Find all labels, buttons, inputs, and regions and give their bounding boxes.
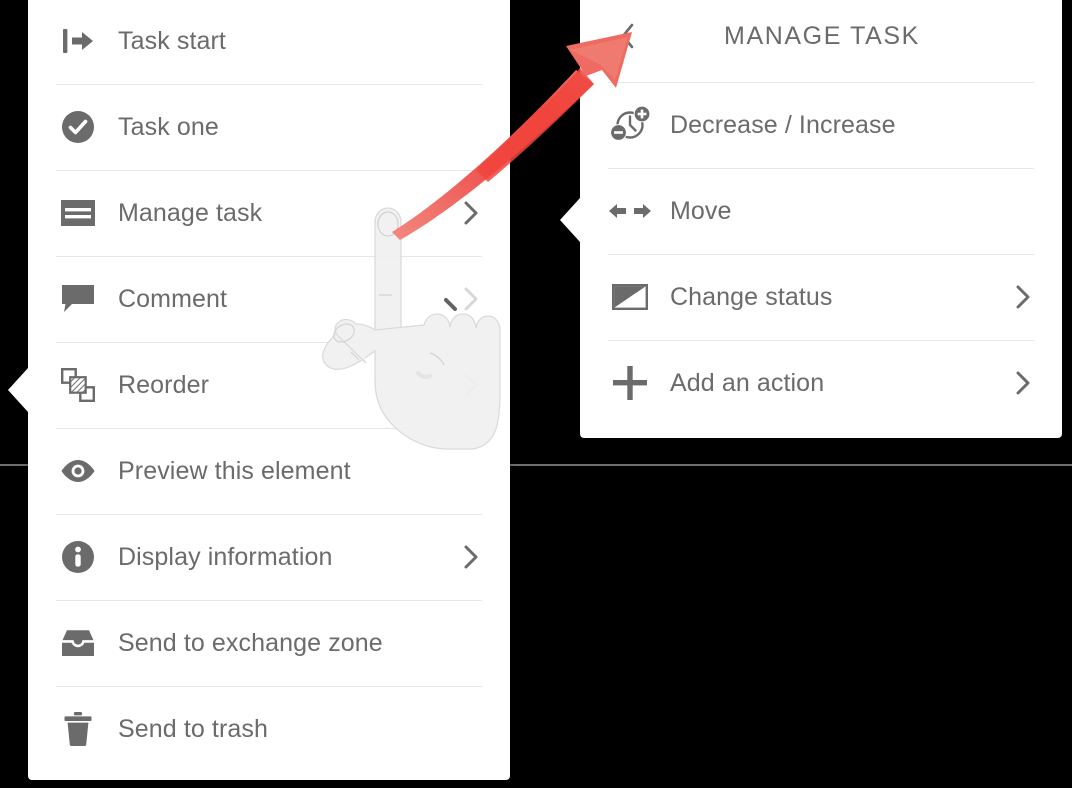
clock-minus-plus-icon	[608, 103, 652, 147]
menu-item-label: Send to trash	[118, 714, 269, 743]
chevron-left-icon[interactable]	[608, 16, 648, 56]
menu-item-label: Task start	[118, 26, 226, 55]
chevron-right-icon[interactable]	[458, 200, 484, 226]
submenu-item-add-an-action[interactable]: Add an action	[580, 340, 1062, 426]
menu-item-task-one[interactable]: Task one	[28, 84, 510, 170]
submenu-item-label: Add an action	[670, 368, 825, 397]
chevron-right-icon[interactable]	[458, 544, 484, 570]
menu-item-label: Task one	[118, 112, 219, 141]
menu-item-label: Manage task	[118, 198, 263, 227]
check-circle-icon	[56, 105, 100, 149]
info-icon	[56, 535, 100, 579]
menu-item-preview-this-element[interactable]: Preview this element	[28, 428, 510, 514]
right-panel-pointer-notch	[560, 198, 580, 242]
chevron-right-icon[interactable]	[1010, 284, 1036, 310]
page-title: MANAGE TASK	[724, 21, 920, 50]
menu-item-label: Send to exchange zone	[118, 628, 383, 657]
menu-item-display-information[interactable]: Display information	[28, 514, 510, 600]
menu-item-manage-task[interactable]: Manage task	[28, 170, 510, 256]
menu-item-label: Reorder	[118, 370, 210, 399]
inbox-icon	[56, 621, 100, 665]
menu-item-label: Display information	[118, 542, 333, 571]
menu-item-task-start[interactable]: Task start	[28, 0, 510, 84]
menu-item-reorder[interactable]: Reorder	[28, 342, 510, 428]
menu-item-send-to-exchange-zone[interactable]: Send to exchange zone	[28, 600, 510, 686]
move-arrows-icon	[608, 189, 652, 233]
manage-task-submenu-panel: MANAGE TASK Decrease / Increase Move Cha…	[580, 0, 1062, 438]
status-flag-icon	[608, 275, 652, 319]
submenu-item-move[interactable]: Move	[580, 168, 1062, 254]
comment-icon	[56, 277, 100, 321]
screen: Task start Task one Manage task Comment …	[0, 0, 1072, 788]
submenu-item-decrease-increase[interactable]: Decrease / Increase	[580, 82, 1062, 168]
chevron-right-icon[interactable]	[1010, 370, 1036, 396]
submenu-item-label: Change status	[670, 282, 833, 311]
menu-item-label: Preview this element	[118, 456, 351, 485]
submenu-list: Decrease / Increase Move Change status A…	[580, 82, 1062, 426]
task-start-icon	[56, 19, 100, 63]
eye-icon	[56, 449, 100, 493]
plus-icon	[608, 361, 652, 405]
submenu-header: MANAGE TASK	[580, 0, 1062, 82]
menu-item-comment[interactable]: Comment	[28, 256, 510, 342]
chevron-right-icon[interactable]	[458, 372, 484, 398]
manage-task-icon	[56, 191, 100, 235]
context-menu-list: Task start Task one Manage task Comment …	[28, 0, 510, 772]
reorder-icon	[56, 363, 100, 407]
menu-item-label: Comment	[118, 284, 228, 313]
left-panel-pointer-notch	[8, 368, 28, 412]
context-menu-panel: Task start Task one Manage task Comment …	[28, 0, 510, 780]
chevron-right-icon[interactable]	[458, 286, 484, 312]
submenu-item-label: Decrease / Increase	[670, 110, 896, 139]
trash-icon	[56, 707, 100, 751]
submenu-item-label: Move	[670, 196, 732, 225]
submenu-item-change-status[interactable]: Change status	[580, 254, 1062, 340]
menu-item-send-to-trash[interactable]: Send to trash	[28, 686, 510, 772]
